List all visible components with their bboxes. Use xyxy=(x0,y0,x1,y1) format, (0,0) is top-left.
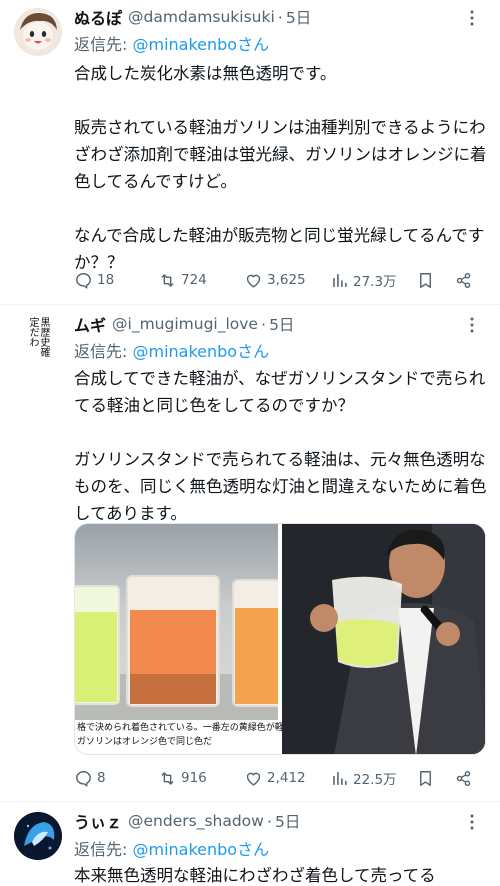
more-icon[interactable] xyxy=(462,8,482,28)
reply-count: 18 xyxy=(97,272,115,288)
reply-prefix: 返信先: xyxy=(74,342,133,361)
tweet-header: ムギ @i_mugimugi_love · 5日 xyxy=(74,312,294,336)
reply-prefix: 返信先: xyxy=(74,35,133,54)
retweet-count: 916 xyxy=(181,770,207,786)
avatar-text: 黒歴史確定だわ xyxy=(27,317,49,357)
separator-dot: · xyxy=(260,314,267,334)
like-count: 3,625 xyxy=(267,272,306,288)
avatar[interactable] xyxy=(14,8,62,56)
share-button[interactable] xyxy=(454,271,478,290)
reply-mention-link[interactable]: @minakenboさん xyxy=(132,35,269,54)
reply-context: 返信先: @minakenboさん xyxy=(74,338,269,362)
tweet[interactable]: うぃｚ @enders_shadow · 5日 返信先: @minakenboさ… xyxy=(0,802,500,886)
reply-context: 返信先: @minakenboさん xyxy=(74,31,269,55)
more-icon[interactable] xyxy=(462,812,482,832)
views-count: 27.3万 xyxy=(353,274,397,290)
display-name[interactable]: ムギ xyxy=(74,312,106,336)
share-icon xyxy=(456,272,471,288)
views-icon xyxy=(333,273,347,287)
views-icon xyxy=(333,771,347,785)
reply-icon xyxy=(76,272,91,289)
avatar[interactable]: 黒歴史確定だわ xyxy=(14,313,62,361)
reply-mention-link[interactable]: @minakenboさん xyxy=(132,840,269,859)
avatar[interactable] xyxy=(14,812,62,860)
action-bar: 8 916 2,412 22.5万 xyxy=(74,766,486,790)
retweet-button[interactable]: 916 xyxy=(158,769,244,788)
retweet-icon xyxy=(161,771,174,785)
like-icon xyxy=(246,274,261,288)
retweet-count: 724 xyxy=(181,272,207,288)
reply-icon xyxy=(76,770,91,787)
share-icon xyxy=(456,770,471,786)
reply-count: 8 xyxy=(97,770,106,786)
like-button[interactable]: 3,625 xyxy=(244,271,330,290)
retweet-button[interactable]: 724 xyxy=(158,271,244,290)
tweet[interactable]: 黒歴史確定だわ ムギ @i_mugimugi_love · 5日 返信先: @m… xyxy=(0,305,500,800)
tweet-text: 本来無色透明な軽油にわざわざ着色して売ってる xyxy=(74,866,436,885)
retweet-icon xyxy=(161,273,174,287)
reply-prefix: 返信先: xyxy=(74,840,133,859)
tweet-header: うぃｚ @enders_shadow · 5日 xyxy=(74,809,300,833)
display-name[interactable]: うぃｚ xyxy=(74,809,122,833)
like-icon xyxy=(246,772,261,786)
user-handle[interactable]: @enders_shadow xyxy=(128,812,264,830)
share-button[interactable] xyxy=(454,769,478,788)
photo-beakers[interactable]: 格で決められ着色されている。一番左の黄緑色が軽油、中央の ガソリンはオレンジ色で… xyxy=(75,524,329,754)
tweet-text: 合成した炭化水素は無色透明です。 販売されている軽油ガソリンは油種判別できるよう… xyxy=(74,64,487,272)
bookmark-icon xyxy=(420,770,431,786)
user-handle[interactable]: @i_mugimugi_love xyxy=(112,315,258,333)
bookmark-button[interactable] xyxy=(416,769,454,788)
tweet-header: ぬるぽ @damdamsukisuki · 5日 xyxy=(74,5,311,29)
separator-dot: · xyxy=(266,811,272,831)
bookmark-button[interactable] xyxy=(416,271,454,290)
display-name[interactable]: ぬるぽ xyxy=(74,5,122,29)
reply-mention-link[interactable]: @minakenboさん xyxy=(132,342,269,361)
action-bar: 18 724 3,625 27.3万 xyxy=(74,268,486,292)
like-count: 2,412 xyxy=(267,770,306,786)
bookmark-icon xyxy=(420,272,431,288)
reply-context: 返信先: @minakenboさん xyxy=(74,836,269,860)
photo-caption-line-2: ガソリンはオレンジ色で同じ色だ xyxy=(77,737,213,747)
reply-button[interactable]: 18 xyxy=(74,271,158,290)
like-button[interactable]: 2,412 xyxy=(244,769,330,788)
more-icon[interactable] xyxy=(462,315,482,335)
separator-dot: · xyxy=(277,7,283,27)
tweet-text: 合成してできた軽油が、なぜガソリンスタンドで売られてる軽油と同じ色をしてるのです… xyxy=(74,369,487,523)
views-button[interactable]: 22.5万 xyxy=(330,768,416,788)
views-button[interactable]: 27.3万 xyxy=(330,270,416,290)
reply-button[interactable]: 8 xyxy=(74,769,158,788)
views-count: 22.5万 xyxy=(353,772,397,788)
timestamp[interactable]: 5日 xyxy=(269,313,294,335)
media-grid[interactable]: 格で決められ着色されている。一番左の黄緑色が軽油、中央の ガソリンはオレンジ色で… xyxy=(74,523,486,755)
photo-man-with-jug[interactable] xyxy=(282,524,485,754)
timestamp[interactable]: 5日 xyxy=(286,6,311,28)
tweet[interactable]: ぬるぽ @damdamsukisuki · 5日 返信先: @minakenbo… xyxy=(0,0,500,304)
timestamp[interactable]: 5日 xyxy=(275,810,300,832)
user-handle[interactable]: @damdamsukisuki xyxy=(128,8,275,26)
